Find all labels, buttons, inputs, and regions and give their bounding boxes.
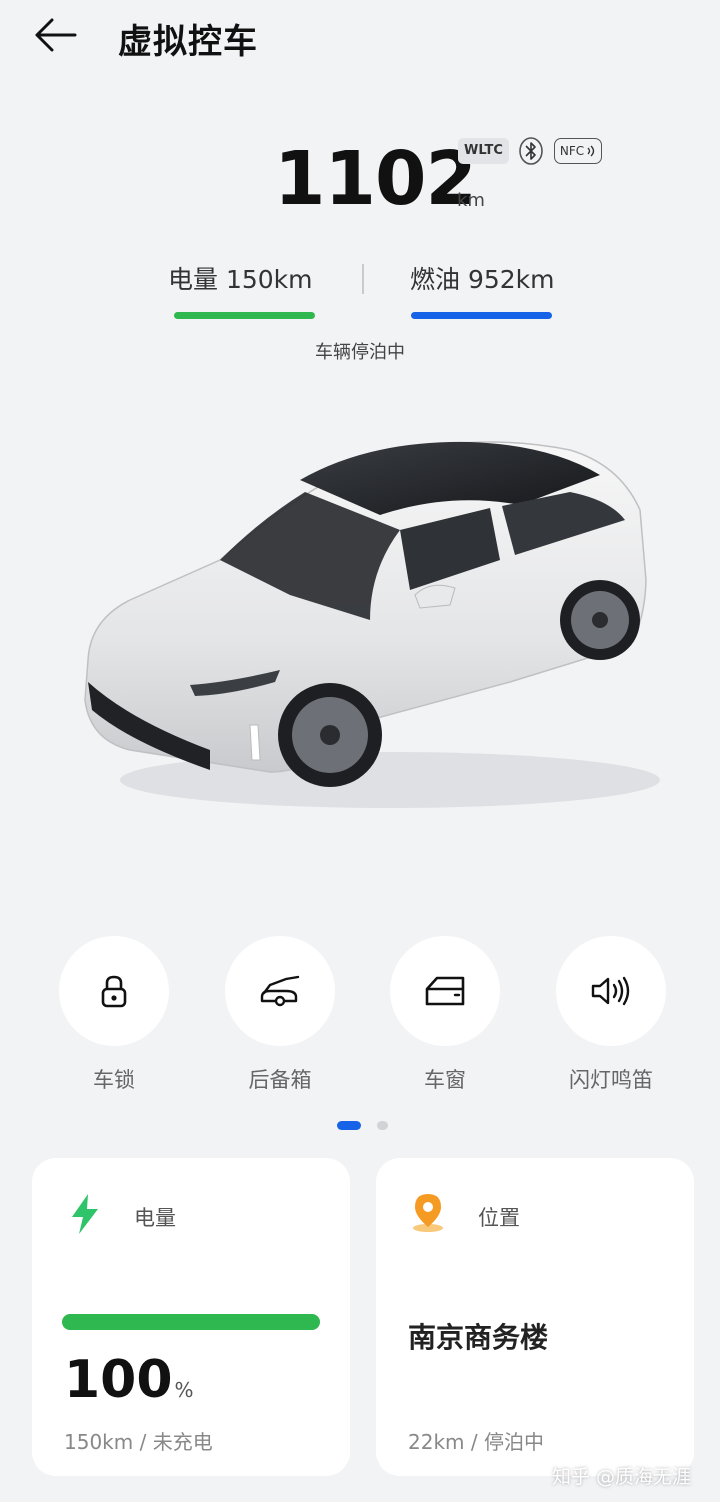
nfc-badge-label: NFC <box>559 144 585 158</box>
trunk-action[interactable]: 后备箱 <box>210 936 350 1094</box>
watermark-text: 知乎 @质海无涯 <box>552 1466 692 1488</box>
window-action-circle[interactable] <box>390 936 500 1046</box>
page-indicator-dot-active[interactable] <box>337 1121 361 1130</box>
trunk-action-circle[interactable] <box>225 936 335 1046</box>
car-image <box>70 420 660 820</box>
arrow-left-icon <box>35 18 77 52</box>
range-panel: 1102 km WLTC NFC <box>0 130 720 230</box>
energy-split: 电量 150km 燃油 952km <box>0 260 720 330</box>
nfc-wave-icon <box>587 145 595 157</box>
battery-card[interactable]: 电量 100% 150km / 未充电 <box>32 1158 350 1476</box>
fuel-range-label: 燃油 952km <box>410 265 555 294</box>
battery-level-value: 100% <box>64 1350 194 1410</box>
total-range-unit: km <box>457 190 485 211</box>
trunk-action-label: 后备箱 <box>248 1068 312 1092</box>
app-header: 虚拟控车 <box>0 0 720 72</box>
lock-action-label: 车锁 <box>93 1068 135 1092</box>
window-action-label: 车窗 <box>424 1068 466 1092</box>
battery-card-title: 电量 <box>134 1206 176 1230</box>
battery-range-bar <box>174 312 315 319</box>
battery-range-label: 电量 150km <box>168 265 313 294</box>
bluetooth-icon <box>518 136 544 166</box>
horn-action[interactable]: 闪灯鸣笛 <box>541 936 681 1094</box>
page-indicator-dot[interactable] <box>377 1121 388 1130</box>
nfc-badge: NFC <box>554 138 602 164</box>
horn-action-label: 闪灯鸣笛 <box>569 1068 653 1092</box>
battery-level-bar <box>62 1314 320 1330</box>
horn-icon <box>591 976 630 1006</box>
location-card-title: 位置 <box>478 1206 520 1230</box>
page-title: 虚拟控车 <box>118 22 258 62</box>
battery-level-unit: % <box>174 1378 194 1402</box>
location-name: 南京商务楼 <box>408 1321 549 1354</box>
battery-card-subtext: 150km / 未充电 <box>64 1430 213 1454</box>
location-card[interactable]: 位置 南京商务楼 22km / 停泊中 <box>376 1158 694 1476</box>
fuel-range-bar <box>411 312 552 319</box>
lock-action[interactable]: 车锁 <box>44 936 184 1094</box>
window-icon <box>425 976 465 1006</box>
horn-action-circle[interactable] <box>556 936 666 1046</box>
lock-icon <box>101 975 127 1008</box>
page-indicator <box>0 1121 720 1131</box>
location-card-subtext: 22km / 停泊中 <box>408 1430 544 1454</box>
split-divider <box>362 264 364 294</box>
quick-actions: 车锁 后备箱 车窗 闪灯鸣笛 <box>0 936 720 1096</box>
battery-level-number: 100 <box>64 1350 173 1410</box>
vehicle-status-text: 车辆停泊中 <box>315 342 405 363</box>
location-card-header: 位置 <box>412 1194 672 1234</box>
lock-action-circle[interactable] <box>59 936 169 1046</box>
total-range-value: 1102 <box>274 136 477 222</box>
wltc-badge: WLTC <box>458 138 509 164</box>
battery-card-header: 电量 <box>68 1194 328 1234</box>
back-button[interactable] <box>30 14 80 56</box>
location-pin-icon <box>413 1194 443 1232</box>
trunk-icon <box>260 975 300 1007</box>
window-action[interactable]: 车窗 <box>375 936 515 1094</box>
lightning-icon <box>72 1194 98 1234</box>
